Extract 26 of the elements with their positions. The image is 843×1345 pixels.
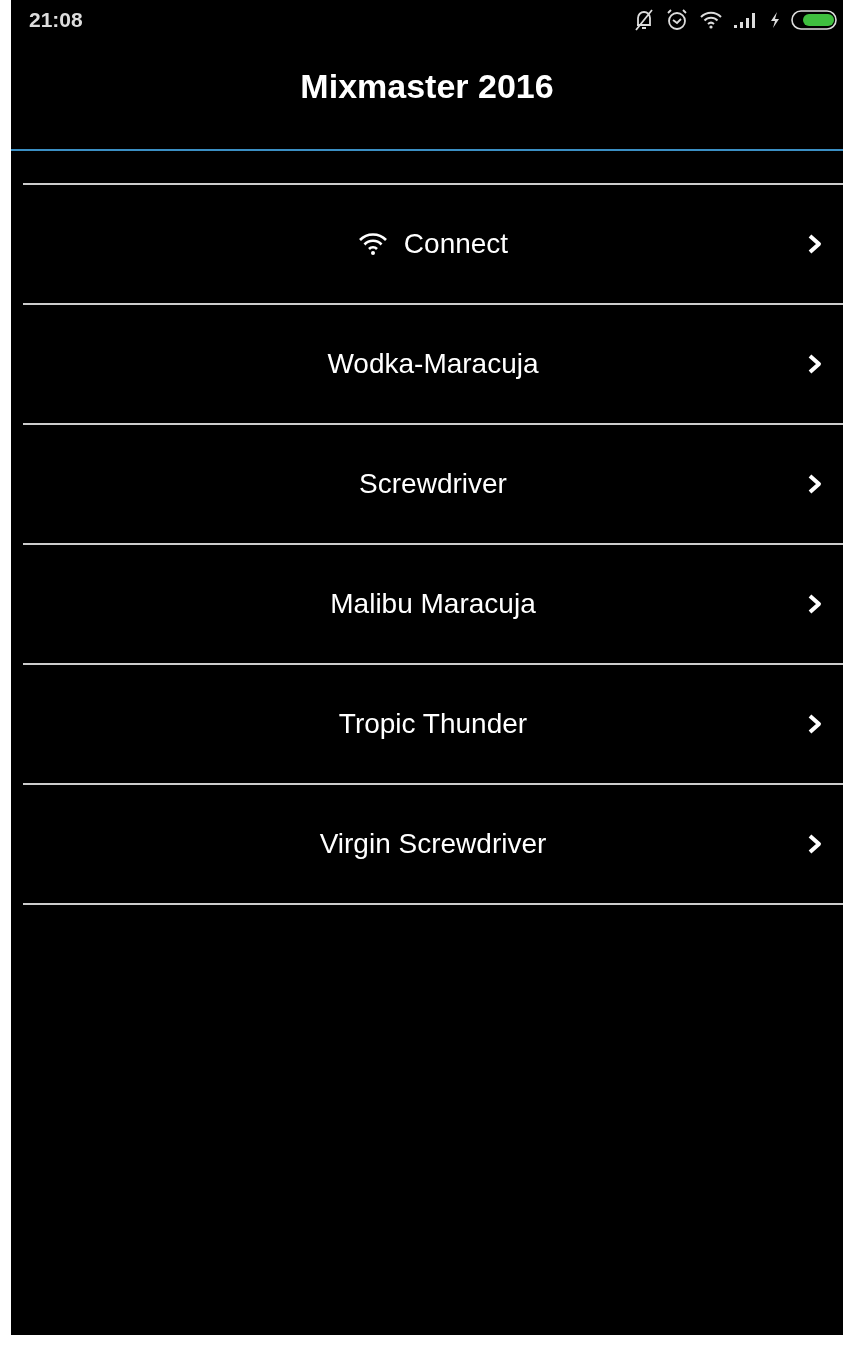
chevron-right-icon [807,473,823,495]
menu-item[interactable]: Tropic Thunder [23,665,843,785]
menu-item-label: Screwdriver [359,468,507,500]
menu-item-label: Connect [403,228,509,260]
chevron-right-icon [807,233,823,255]
menu-item[interactable]: Malibu Maracuja [23,545,843,665]
wifi-icon [699,10,723,30]
muted-bell-icon [633,8,655,32]
wifi-icon [357,232,388,256]
chevron-right-icon [807,833,823,855]
chevron-right-icon [807,353,823,375]
chevron-right-icon [807,713,823,735]
menu-item[interactable]: Connect [23,185,843,305]
menu-item-label: Virgin Screwdriver [319,828,547,860]
menu-item[interactable]: Screwdriver [23,425,843,545]
app-title: Mixmaster 2016 [300,67,554,106]
menu-item-label: Malibu Maracuja [330,588,536,620]
alarm-clock-icon [665,8,689,32]
chevron-right-icon [807,593,823,615]
battery-icon [791,9,839,31]
menu-item[interactable]: Wodka-Maracuja [23,305,843,425]
menu-item-label: Tropic Thunder [338,708,528,740]
charging-icon [769,10,781,30]
status-time: 21:08 [29,8,83,32]
menu-item[interactable]: Virgin Screwdriver [23,785,843,905]
menu-item-label: Wodka-Maracuja [327,348,539,380]
